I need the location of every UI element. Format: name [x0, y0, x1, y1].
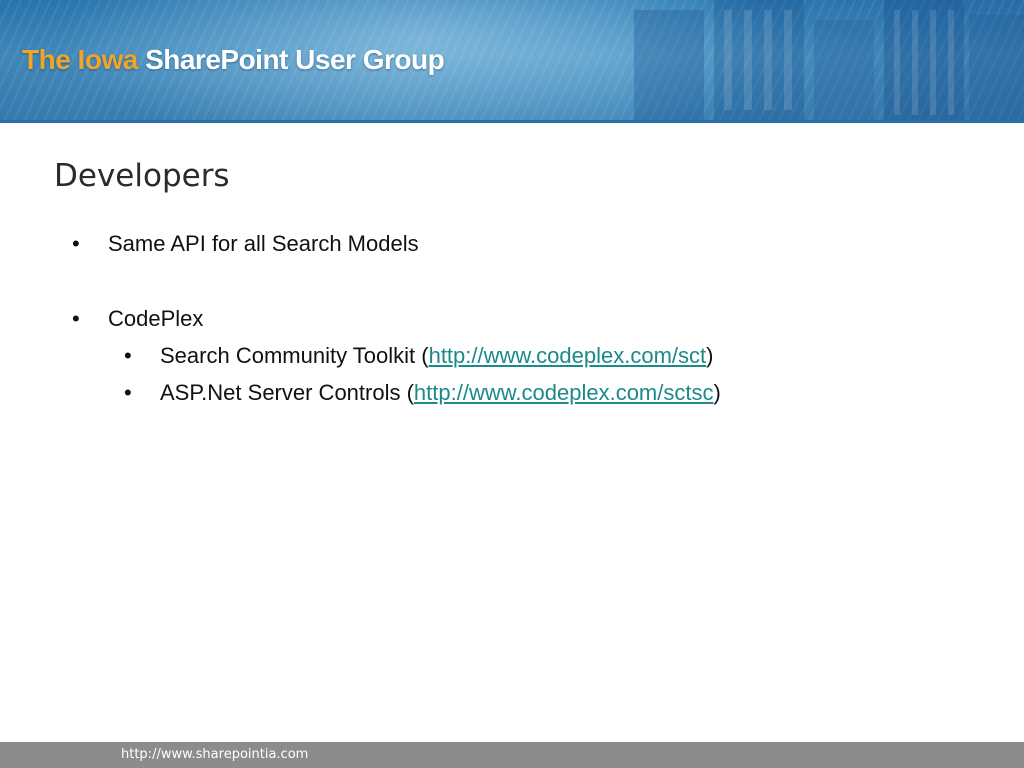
bullet-symbol: • [72, 306, 80, 331]
sub-bullet-text: ASP.Net Server Controls (http://www.code… [160, 380, 721, 406]
logo-text-sharepoint: SharePoint User Group [145, 44, 445, 75]
logo-text-iowa: The Iowa [22, 44, 138, 75]
codeplex-sctsc-link[interactable]: http://www.codeplex.com/sctsc [414, 380, 714, 405]
footer-url: http://www.sharepointia.com [121, 747, 309, 762]
slide-title: Developers [54, 158, 230, 194]
sub-bullet-suffix: ) [713, 380, 721, 405]
header-banner: The Iowa SharePoint User Group [0, 0, 1024, 123]
sub-bullet-prefix: ASP.Net Server Controls ( [160, 380, 414, 405]
buildings-graphic [634, 0, 1024, 123]
bullet-text: CodePlex [108, 306, 204, 331]
bullet-symbol: • [72, 231, 80, 256]
bullet-symbol: • [124, 380, 132, 405]
group-logo: The Iowa SharePoint User Group [22, 44, 445, 76]
bullet-symbol: • [124, 343, 132, 368]
slide: The Iowa SharePoint User Group Developer… [0, 0, 1024, 768]
sub-bullet-prefix: Search Community Toolkit ( [160, 343, 429, 368]
codeplex-sct-link[interactable]: http://www.codeplex.com/sct [429, 343, 707, 368]
header-divider [0, 120, 1024, 123]
sub-bullet-text: Search Community Toolkit (http://www.cod… [160, 343, 713, 369]
sub-bullet-suffix: ) [706, 343, 714, 368]
footer-bar: http://www.sharepointia.com [0, 742, 1024, 768]
bullet-text: Same API for all Search Models [108, 231, 419, 256]
